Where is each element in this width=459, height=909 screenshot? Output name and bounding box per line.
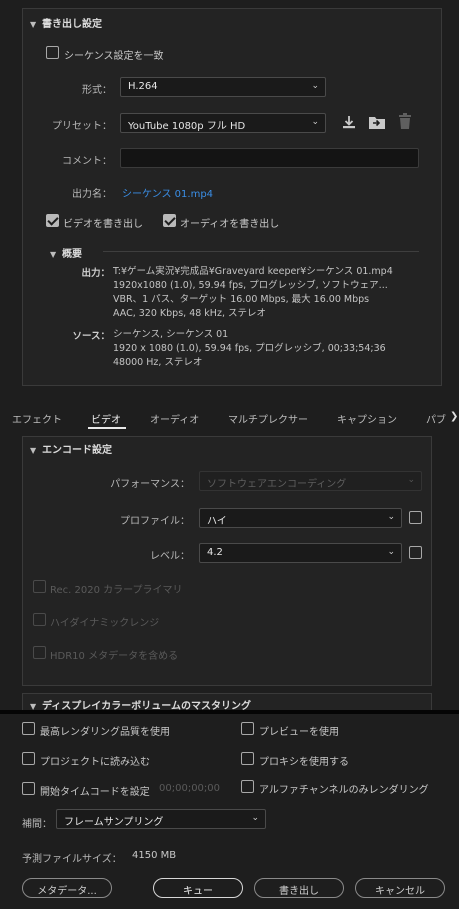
set-start-timecode-checkbox[interactable] [22,782,35,795]
chevron-down-icon: ⌄ [311,117,319,127]
output-name-label: 出力名： [72,189,112,200]
profile-label: プロファイル： [120,516,190,527]
summary-source-line-2: 1920 x 1080 (1.0), 59.94 fps, プログレッシブ, 0… [113,343,386,354]
cancel-button[interactable]: キャンセル [355,878,445,898]
start-timecode-value: 00;00;00;00 [159,783,221,794]
chevron-down-icon: ⌄ [251,813,259,823]
match-sequence-label: シーケンス設定を一致 [64,51,164,62]
rec2020-label: Rec. 2020 カラープライマリ [50,585,183,596]
import-preset-icon[interactable] [368,114,386,130]
export-settings-header[interactable]: ▼ 書き出し設定 [30,15,102,30]
estimated-filesize-label: 予測ファイルサイズ： [22,854,122,865]
summary-header[interactable]: ▼ 概要 [50,245,82,260]
profile-select[interactable]: ハイ ⌄ [199,508,402,528]
tab-video[interactable]: ビデオ [91,411,121,426]
summary-output-line-4: AAC, 320 Kbps, 48 kHz, ステレオ [113,308,266,319]
metadata-button[interactable]: メタデータ... [22,878,112,898]
comment-input[interactable] [120,148,419,168]
tab-captions[interactable]: キャプション [337,411,397,426]
export-video-checkbox[interactable] [46,214,59,227]
estimated-filesize-value: 4150 MB [132,850,177,861]
set-start-timecode-label: 開始タイムコードを設定 [40,787,150,798]
chevron-down-icon: ⌄ [407,475,415,485]
tabs-scroll-right-icon[interactable]: ❯ [450,411,458,422]
chevron-down-icon: ▼ [30,20,37,29]
hdr10-label: HDR10 メタデータを含める [50,651,179,662]
summary-source-head: ソース： [72,331,110,342]
summary-output-line-3: VBR、1 パス、ターゲット 16.00 Mbps, 最大 16.00 Mbps [113,294,370,305]
summary-output-head: 出力： [81,268,110,279]
summary-title: 概要 [62,249,82,260]
output-name-link[interactable]: シーケンス 01.mp4 [122,185,213,200]
export-audio-checkbox[interactable] [163,214,176,227]
import-into-project-checkbox[interactable] [22,752,35,765]
interpolation-value: フレームサンプリング [64,817,164,828]
encode-settings-header[interactable]: ▼ エンコード設定 [30,441,112,456]
performance-select: ソフトウェアエンコーディング ⌄ [199,471,422,491]
summary-source-line-1: シーケンス, シーケンス 01 [113,329,229,340]
export-settings-title: 書き出し設定 [42,19,102,30]
tab-audio[interactable]: オーディオ [150,411,199,426]
summary-divider [103,251,419,252]
chevron-down-icon: ⌄ [387,512,395,522]
profile-override-checkbox[interactable] [409,511,422,524]
render-alpha-only-checkbox[interactable] [241,780,254,793]
format-value: H.264 [128,81,158,92]
level-value: 4.2 [207,547,223,558]
delete-preset-icon[interactable] [398,113,412,130]
tab-effects[interactable]: エフェクト [12,411,62,426]
export-audio-label: オーディオを書き出し [180,219,280,230]
import-into-project-label: プロジェクトに読み込む [40,757,150,768]
interpolation-label: 補間： [22,819,52,830]
format-select[interactable]: H.264 ⌄ [120,77,326,97]
interpolation-select[interactable]: フレームサンプリング ⌄ [56,809,266,829]
use-previews-label: プレビューを使用 [259,727,339,738]
rec2020-checkbox [33,580,46,593]
render-alpha-only-label: アルファチャンネルのみレンダリング [259,785,429,796]
max-render-quality-label: 最高レンダリング品質を使用 [40,727,170,738]
preset-select[interactable]: YouTube 1080p フル HD ⌄ [120,113,326,133]
export-video-label: ビデオを書き出し [63,219,143,230]
summary-output-line-2: 1920x1080 (1.0), 59.94 fps, プログレッシブ, ソフト… [113,280,388,291]
preset-label: プリセット： [52,121,112,132]
hdr10-checkbox [33,646,46,659]
tab-multiplexer[interactable]: マルチプレクサー [228,411,308,426]
performance-label: パフォーマンス： [110,479,190,490]
use-proxies-checkbox[interactable] [241,752,254,765]
level-override-checkbox[interactable] [409,546,422,559]
comment-label: コメント： [62,156,112,167]
chevron-down-icon: ⌄ [311,81,319,91]
format-label: 形式： [82,85,112,96]
tab-publish[interactable]: パブ [426,411,446,426]
chevron-down-icon: ▼ [30,446,37,455]
hdr-checkbox [33,613,46,626]
hdr-label: ハイダイナミックレンジ [50,618,160,629]
profile-value: ハイ [207,516,227,527]
max-render-quality-checkbox[interactable] [22,722,35,735]
use-previews-checkbox[interactable] [241,722,254,735]
export-button[interactable]: 書き出し [254,878,344,898]
save-preset-icon[interactable] [341,114,357,130]
chevron-down-icon: ⌄ [387,547,395,557]
preset-value: YouTube 1080p フル HD [128,121,246,132]
level-select[interactable]: 4.2 ⌄ [199,543,402,563]
use-proxies-label: プロキシを使用する [259,757,349,768]
encode-settings-title: エンコード設定 [42,445,112,456]
performance-value: ソフトウェアエンコーディング [207,479,347,490]
level-label: レベル： [150,551,190,562]
chevron-down-icon: ▼ [50,250,57,259]
queue-button[interactable]: キュー [153,878,243,898]
match-sequence-checkbox[interactable] [46,46,59,59]
summary-source-line-3: 48000 Hz, ステレオ [113,357,203,368]
tab-video-underline [88,427,126,429]
summary-output-line-1: T:¥ゲーム実況¥完成品¥Graveyard keeper¥シーケンス 01.m… [113,266,393,277]
